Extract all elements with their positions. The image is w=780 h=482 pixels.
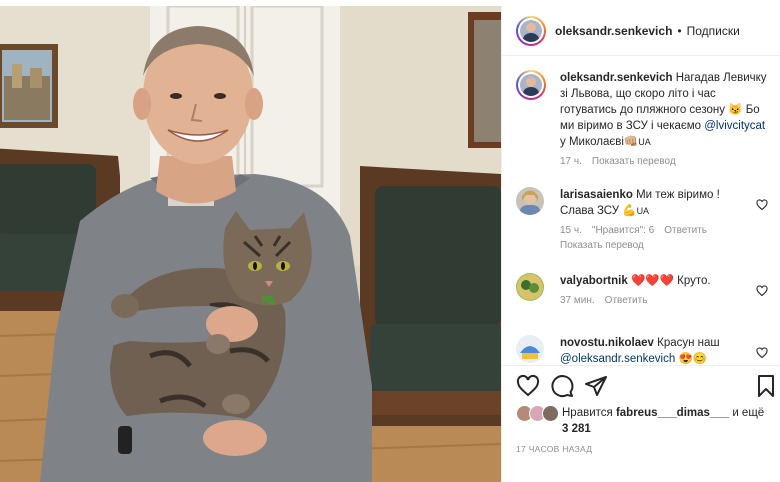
comment-item: valyabortnik ❤️❤️❤️ Круто. 37 мин. Ответи… [516,273,774,306]
post-header: oleksandr.senkevich • Подписки [502,6,780,56]
comment-text: novostu.nikolaev Красун наш @oleksandr.s… [560,337,720,365]
instagram-post-view: oleksandr.senkevich • Подписки oleksandr… [0,0,780,482]
hearts-emoji: ❤️❤️❤️ [630,275,674,287]
caption-time: 17 ч. [560,156,582,167]
comments-list[interactable]: oleksandr.senkevich Нагадав Левичку зі Л… [502,57,780,365]
comment-item: larisasaienko Ми теж віримо ! Слава ЗСУ … [516,187,774,251]
post-caption: oleksandr.senkevich Нагадав Левичку зі Л… [516,70,774,167]
liker-avatars [516,405,560,423]
likes-text: Нравится fabreus___dimas___ и ещё 3 281 [562,407,765,435]
post-timestamp: 17 ЧАСОВ НАЗАД [516,444,593,454]
caption-mention-link[interactable]: @lvivcitycat [704,120,765,132]
reply-button[interactable]: Ответить [664,225,707,236]
commenter-avatar[interactable] [516,273,544,301]
bookmark-icon[interactable] [754,374,778,398]
comment-item: novostu.nikolaev Красун наш @oleksandr.s… [516,335,774,365]
post-side-panel: oleksandr.senkevich • Подписки oleksandr… [501,6,780,482]
comment-like-heart-icon[interactable] [756,199,768,211]
comment-time: 37 мин. [560,295,595,306]
post-photo[interactable] [0,6,501,482]
heart-outline-icon[interactable] [516,374,540,398]
comment-text: valyabortnik ❤️❤️❤️ Круто. [560,275,711,287]
author-username[interactable]: oleksandr.senkevich [555,24,672,38]
comment-meta: 15 ч. "Нравится": 6 Ответить [560,225,774,236]
comment-text: larisasaienko Ми теж віримо ! Слава ЗСУ … [560,189,720,217]
share-icon[interactable] [584,374,608,398]
comment-time: 15 ч. [560,225,582,236]
comment-like-heart-icon[interactable] [756,285,768,297]
comment-meta: 37 мин. Ответить [560,295,774,306]
commenter-username[interactable]: novostu.nikolaev [560,337,654,349]
post-action-bar [502,365,780,405]
header-separator: • [677,23,682,38]
commenter-username[interactable]: valyabortnik [560,275,628,287]
commenter-avatar[interactable] [516,187,544,215]
author-avatar[interactable] [516,15,546,46]
caption-username[interactable]: oleksandr.senkevich [560,72,673,84]
comment-like-heart-icon[interactable] [756,347,768,359]
caption-author-avatar[interactable] [516,70,546,100]
liker-usernames[interactable]: fabreus___dimas___ [616,407,729,419]
comment-likes-count[interactable]: "Нравится": 6 [592,225,654,236]
caption-meta: 17 ч. Показать перевод [560,156,774,167]
comment-icon[interactable] [550,374,574,398]
commenter-avatar[interactable] [516,335,544,363]
reply-button[interactable]: Ответить [605,295,648,306]
ua-flag: UA [636,206,650,216]
comment-translate-link[interactable]: Показать перевод [560,240,774,251]
liker-avatar [542,405,559,422]
ua-flag: UA [638,137,651,147]
likes-summary[interactable]: Нравится fabreus___dimas___ и ещё 3 281 [516,405,776,437]
caption-translate-link[interactable]: Показать перевод [592,156,676,167]
caption-text: oleksandr.senkevich Нагадав Левичку зі Л… [560,72,767,148]
comment-mention-link[interactable]: @oleksandr.senkevich [560,353,675,365]
following-button[interactable]: Подписки [687,24,740,38]
commenter-username[interactable]: larisasaienko [560,189,633,201]
likes-count[interactable]: 3 281 [562,423,591,435]
